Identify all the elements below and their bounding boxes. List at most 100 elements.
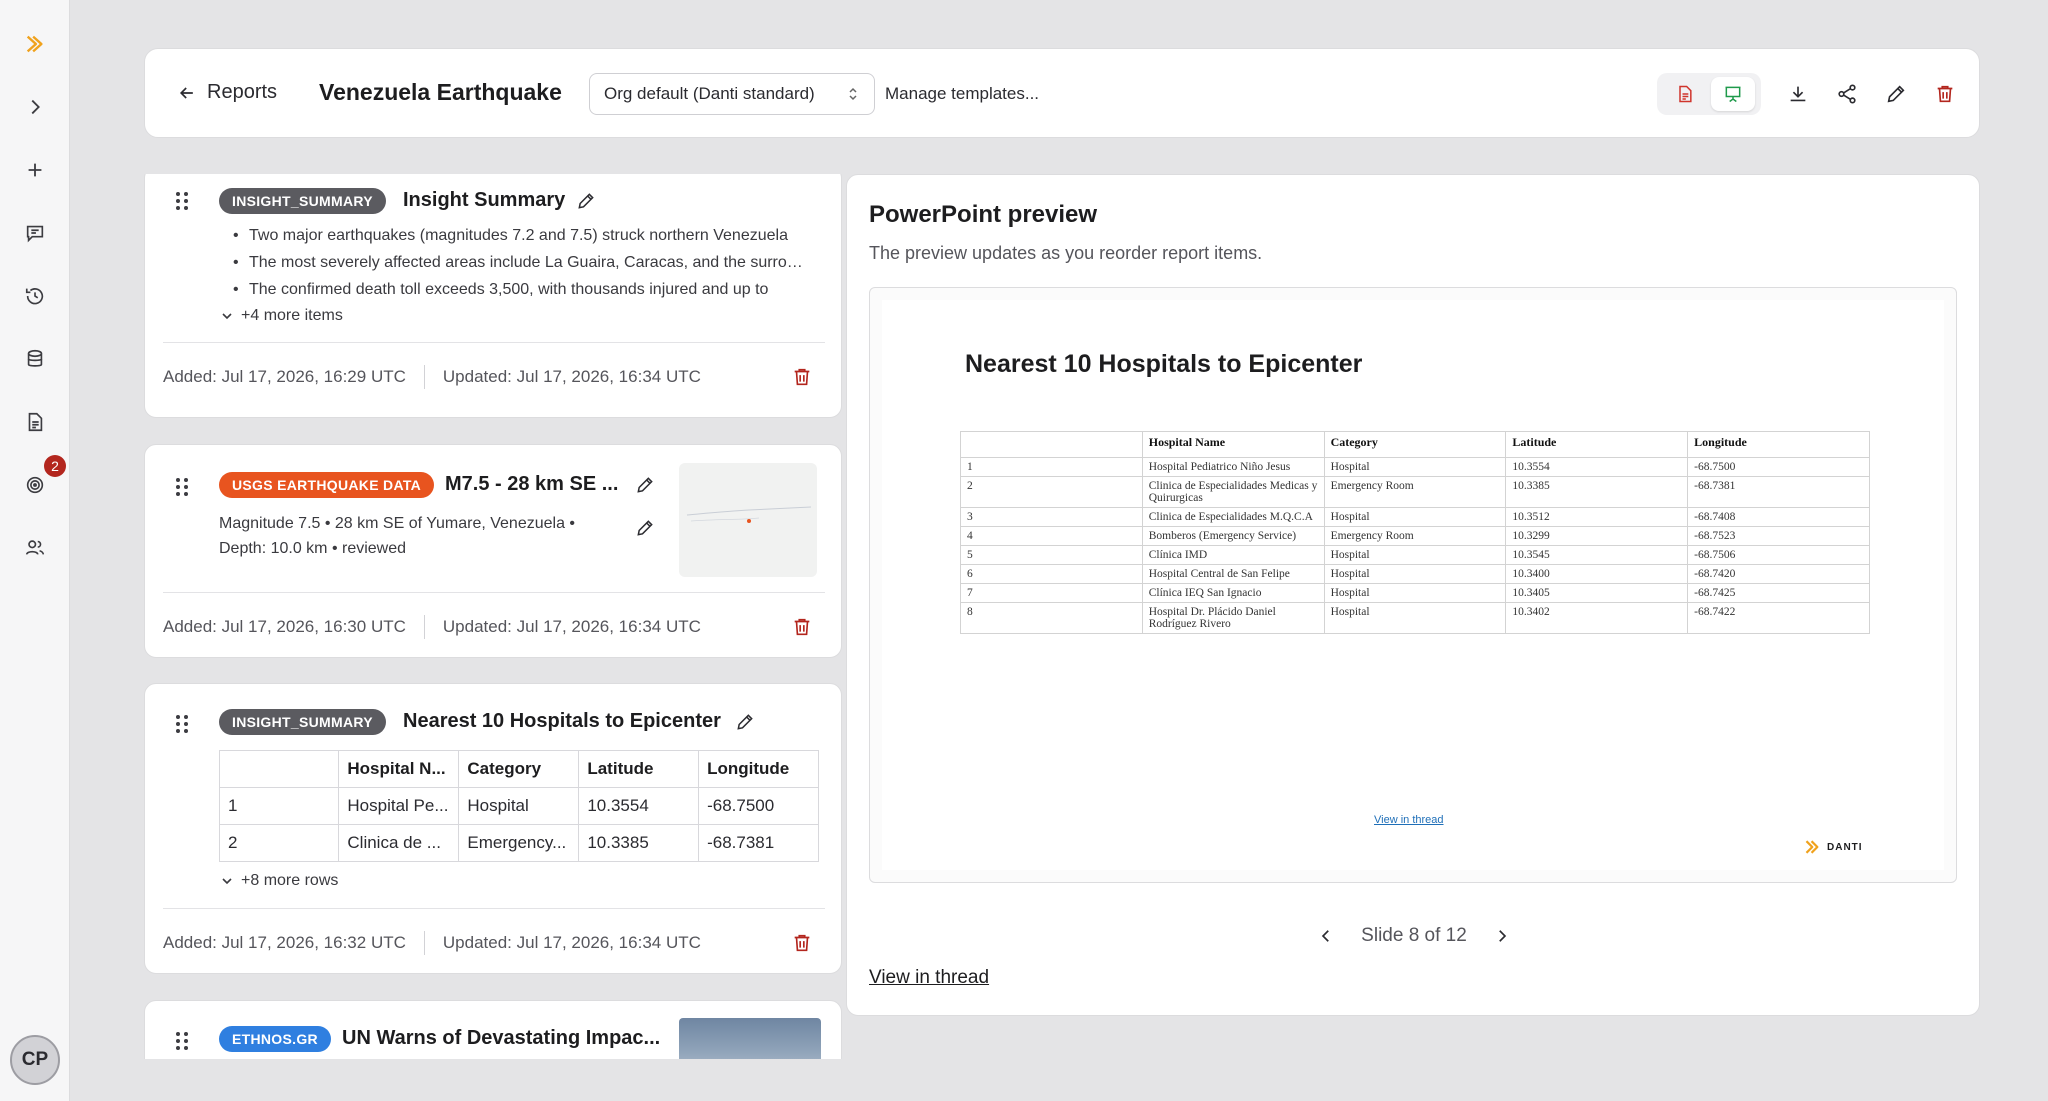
danti-logo-icon[interactable]: [17, 26, 53, 62]
slide-view-in-thread-link[interactable]: View in thread: [1374, 814, 1444, 826]
user-avatar[interactable]: CP: [10, 1035, 60, 1085]
delete-report-trash-icon[interactable]: [1934, 83, 1956, 105]
report-item-ethnos-article: ETHNOS.GR UN Warns of Devastating Impac.…: [144, 1000, 842, 1059]
added-timestamp: Added: Jul 17, 2026, 16:29 UTC: [163, 367, 406, 386]
expand-rail-chevron-icon[interactable]: [17, 89, 53, 125]
slide-table-cell: -68.7425: [1687, 583, 1870, 603]
table-header: Longitude: [698, 750, 819, 788]
edit-description-pencil-icon[interactable]: [635, 518, 655, 538]
report-item-usgs-earthquake: USGS EARTHQUAKE DATA M7.5 - 28 km SE ...…: [144, 444, 842, 658]
manage-templates-link[interactable]: Manage templates...: [885, 84, 1039, 104]
updated-timestamp: Updated: Jul 17, 2026, 16:34 UTC: [442, 367, 701, 386]
slide-table-cell: 10.3299: [1505, 526, 1689, 546]
edit-title-pencil-icon[interactable]: [735, 712, 755, 732]
chevron-down-icon: [222, 878, 232, 885]
table-row: 1 Hospital Pe... Hospital 10.3554 -68.75…: [218, 787, 819, 825]
slide-table-cell: -68.7420: [1687, 564, 1870, 584]
updated-timestamp: Updated: Jul 17, 2026, 16:34 UTC: [442, 617, 701, 636]
arrow-left-icon: [179, 86, 193, 99]
earthquake-map-thumbnail[interactable]: [679, 463, 817, 577]
back-label: Reports: [207, 81, 278, 103]
slide-table-cell: Hospital Pediatrico Niño Jesus: [1141, 457, 1325, 477]
powerpoint-preview-panel: PowerPoint preview The preview updates a…: [846, 174, 1980, 1016]
slide-table-cell: 10.3402: [1505, 602, 1689, 634]
view-in-thread-link[interactable]: View in thread: [869, 967, 989, 989]
chat-icon[interactable]: [17, 215, 53, 251]
slide-table-cell: Hospital: [1323, 564, 1507, 584]
slide-table-cell: Hospital: [1323, 507, 1507, 527]
edit-title-pencil-icon[interactable]: [576, 191, 596, 211]
slide-table-cell: Hospital: [1323, 457, 1507, 477]
drag-handle-icon[interactable]: [175, 714, 189, 739]
slide-table-cell: -68.7381: [1687, 476, 1870, 508]
drag-handle-icon[interactable]: [175, 477, 189, 502]
slide-table-header: Category: [1323, 431, 1507, 458]
delete-item-trash-icon[interactable]: [791, 366, 813, 388]
item-title: Nearest 10 Hospitals to Epicenter: [403, 710, 721, 732]
slide-table-header: [960, 431, 1143, 458]
show-more-rows-button[interactable]: +8 more rows: [221, 872, 338, 890]
summary-bullet: The confirmed death toll exceeds 3,500, …: [231, 276, 811, 303]
database-icon[interactable]: [17, 341, 53, 377]
reports-document-icon[interactable]: [17, 404, 53, 440]
edit-title-pencil-icon[interactable]: [635, 475, 655, 495]
show-more-items-button[interactable]: +4 more items: [221, 307, 343, 325]
slide-table-cell: Clínica IMD: [1141, 545, 1325, 565]
table-cell: 10.3385: [578, 824, 700, 862]
template-select[interactable]: Org default (Danti standard): [589, 73, 875, 115]
slide-frame: Nearest 10 Hospitals to Epicenter Hospit…: [869, 287, 1957, 883]
chevron-down-icon: [222, 313, 232, 320]
slide-table-cell: -68.7506: [1687, 545, 1870, 565]
card-divider: [163, 908, 825, 909]
drag-handle-icon[interactable]: [175, 1031, 189, 1056]
preview-title: PowerPoint preview: [869, 201, 1098, 228]
slide-table-cell: 2: [960, 476, 1143, 508]
slide-table-row: 3 Clinica de Especialidades M.Q.C.A Hosp…: [960, 507, 1870, 527]
slide-table-cell: Clinica de Especialidades M.Q.C.A: [1141, 507, 1325, 527]
slide-table-cell: Bomberos (Emergency Service): [1141, 526, 1325, 546]
card-divider: [163, 342, 825, 343]
table-cell: Hospital Pe...: [338, 787, 460, 825]
share-icon[interactable]: [1836, 83, 1858, 105]
users-icon[interactable]: [17, 530, 53, 566]
pdf-format-button[interactable]: [1663, 77, 1707, 111]
article-image-thumbnail[interactable]: [679, 1018, 821, 1059]
slide-table-cell: 4: [960, 526, 1143, 546]
slide-table-cell: Hospital Central de San Felipe: [1141, 564, 1325, 584]
table-cell: Emergency...: [458, 824, 580, 862]
download-icon[interactable]: [1787, 83, 1809, 105]
history-icon[interactable]: [17, 278, 53, 314]
slide-table-cell: 1: [960, 457, 1143, 477]
back-to-reports-button[interactable]: Reports: [177, 81, 277, 104]
hospitals-table: Hospital N... Category Latitude Longitud…: [218, 750, 819, 862]
slide-table-row: 7 Clínica IEQ San Ignacio Hospital 10.34…: [960, 583, 1870, 603]
added-timestamp: Added: Jul 17, 2026, 16:30 UTC: [163, 617, 406, 636]
slide-table-cell: Hospital: [1323, 545, 1507, 565]
item-timestamps: Added: Jul 17, 2026, 16:29 UTC Updated: …: [163, 365, 701, 389]
delete-item-trash-icon[interactable]: [791, 932, 813, 954]
slide-table-row: 4 Bomberos (Emergency Service) Emergency…: [960, 526, 1870, 546]
card-divider: [163, 592, 825, 593]
next-slide-chevron-icon[interactable]: [1493, 927, 1511, 945]
table-header: Latitude: [578, 750, 700, 788]
select-arrows-icon: [849, 87, 857, 101]
added-timestamp: Added: Jul 17, 2026, 16:32 UTC: [163, 933, 406, 952]
slide-table-cell: Hospital: [1323, 602, 1507, 634]
slide-table-cell: -68.7422: [1687, 602, 1870, 634]
slide-table-cell: Clínica IEQ San Ignacio: [1141, 583, 1325, 603]
slide-table-cell: 10.3512: [1505, 507, 1689, 527]
drag-handle-icon[interactable]: [175, 191, 189, 216]
item-title: M7.5 - 28 km SE ...: [445, 473, 619, 495]
summary-bullet: Two major earthquakes (magnitudes 7.2 an…: [231, 222, 811, 249]
template-select-value: Org default (Danti standard): [604, 84, 815, 103]
new-plus-icon[interactable]: [17, 152, 53, 188]
previous-slide-chevron-icon[interactable]: [1317, 927, 1335, 945]
edit-pencil-icon[interactable]: [1885, 83, 1907, 105]
slide-table-cell: 7: [960, 583, 1143, 603]
table-header: Category: [458, 750, 580, 788]
delete-item-trash-icon[interactable]: [791, 616, 813, 638]
alerts-badge: 2: [44, 455, 66, 477]
powerpoint-format-button[interactable]: [1711, 77, 1755, 111]
show-more-label: +4 more items: [241, 307, 343, 324]
slide-danti-logo: DANTI: [1804, 839, 1863, 855]
